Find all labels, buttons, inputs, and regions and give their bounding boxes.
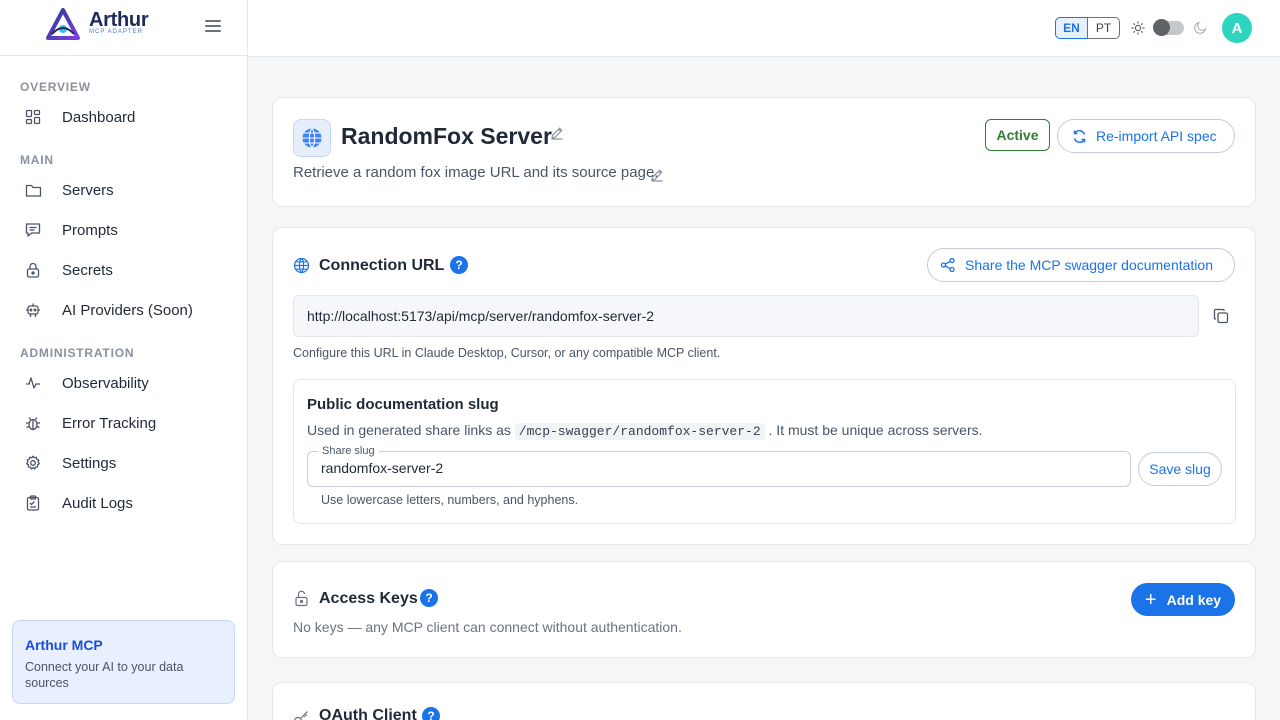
copy-icon[interactable] [1213,308,1229,324]
sidebar-item-prompts[interactable]: Prompts [12,213,236,247]
share-swagger-button[interactable]: Share the MCP swagger documentation [927,248,1235,282]
sidebar: Arthur MCP ADAPTER OVERVIEW Dashboard MA… [0,0,248,720]
moon-icon [1194,21,1207,34]
access-keys-title: Access Keys [319,590,418,607]
slug-description: Used in generated share links as /mcp-sw… [307,422,983,440]
nav-section-main: MAIN [20,153,54,167]
gear-icon [24,454,42,472]
nav-section-overview: OVERVIEW [20,80,91,94]
sidebar-item-label: AI Providers (Soon) [62,301,193,319]
lock-icon [24,261,42,279]
help-icon[interactable]: ? [422,707,440,720]
unlock-icon [295,590,308,607]
slug-panel: Public documentation slug Used in genera… [293,379,1236,524]
share-slug-label: Share slug [318,445,379,457]
sidebar-item-audit-logs[interactable]: Audit Logs [12,486,236,520]
sidebar-item-label: Servers [62,181,114,199]
share-slug-input[interactable] [321,460,1111,476]
sidebar-item-label: Dashboard [62,108,136,126]
access-keys-card: Access Keys ? No keys — any MCP client c… [272,561,1256,658]
bug-icon [24,414,42,432]
connection-title: Connection URL [319,257,445,274]
sidebar-item-observability[interactable]: Observability [12,366,236,400]
save-slug-button[interactable]: Save slug [1138,452,1222,486]
brand-subtitle: MCP ADAPTER [89,29,143,35]
reimport-api-button[interactable]: Re-import API spec [1057,119,1235,153]
dashboard-icon [24,108,42,126]
connection-url-field[interactable]: http://localhost:5173/api/mcp/server/ran… [293,295,1199,337]
activity-icon [24,374,42,392]
add-key-button[interactable]: + Add key [1131,583,1235,616]
brand-header: Arthur MCP ADAPTER [0,0,247,56]
reimport-label: Re-import API spec [1096,128,1217,144]
server-name: RandomFox Server [341,123,552,149]
promo-title: Arthur MCP [25,637,103,653]
key-icon [294,711,308,720]
sidebar-item-label: Audit Logs [62,494,133,512]
add-key-label: Add key [1166,591,1222,608]
clipboard-icon [24,494,42,512]
plus-icon: + [1144,588,1157,611]
globe-icon [293,119,331,157]
slug-helper-text: Use lowercase letters, numbers, and hyph… [321,493,579,507]
globe-icon [293,257,310,274]
slug-desc-text-end: . It must be unique across servers. [768,422,983,438]
refresh-icon [1072,129,1087,144]
share-label: Share the MCP swagger documentation [965,257,1213,273]
sidebar-item-label: Observability [62,374,149,392]
theme-toggle[interactable] [1153,19,1184,36]
status-badge: Active [985,119,1050,151]
sidebar-item-ai-providers[interactable]: AI Providers (Soon) [12,293,236,327]
sidebar-item-label: Error Tracking [62,414,157,432]
promo-description: Connect your AI to your data sources [25,660,184,690]
edit-name-icon[interactable] [550,126,564,140]
sidebar-item-servers[interactable]: Servers [12,173,236,207]
language-en-button[interactable]: EN [1055,17,1088,39]
topbar: EN PT A [248,0,1280,57]
connection-hint: Configure this URL in Claude Desktop, Cu… [293,346,721,360]
help-icon[interactable]: ? [450,256,468,274]
message-icon [24,221,42,239]
promo-card: Arthur MCP Connect your AI to your data … [12,620,235,704]
sidebar-item-secrets[interactable]: Secrets [12,253,236,287]
edit-description-icon[interactable] [650,168,664,182]
nav-section-administration: ADMINISTRATION [20,346,135,360]
robot-icon [24,301,42,319]
sidebar-item-settings[interactable]: Settings [12,446,236,480]
user-avatar[interactable]: A [1222,13,1252,43]
theme-toggle-knob [1153,19,1170,36]
access-keys-description: No keys — any MCP client can connect wit… [293,619,682,635]
folder-icon [24,181,42,199]
sidebar-item-label: Settings [62,454,117,472]
connection-card: Connection URL ? Share the MCP swagger d… [272,227,1256,545]
server-description: Retrieve a random fox image URL and its … [293,164,659,181]
share-slug-field: Share slug [307,445,1131,487]
slug-desc-text: Used in generated share links as [307,422,511,438]
oauth-card: OAuth Client ? [272,682,1256,720]
oauth-title: OAuth Client [319,707,417,720]
sidebar-item-label: Prompts [62,221,118,239]
sidebar-item-label: Secrets [62,261,113,279]
language-pt-button[interactable]: PT [1087,17,1120,39]
sidebar-item-error-tracking[interactable]: Error Tracking [12,406,236,440]
slug-title: Public documentation slug [307,396,499,413]
help-icon[interactable]: ? [420,589,438,607]
share-icon [940,257,956,273]
arthur-logo-icon[interactable] [44,8,82,40]
sun-icon [1131,21,1145,35]
menu-toggle-icon[interactable] [205,20,221,34]
sidebar-item-dashboard[interactable]: Dashboard [12,100,236,134]
server-header-card: RandomFox Server Retrieve a random fox i… [272,97,1256,207]
slug-path-code: /mcp-swagger/randomfox-server-2 [514,423,765,440]
